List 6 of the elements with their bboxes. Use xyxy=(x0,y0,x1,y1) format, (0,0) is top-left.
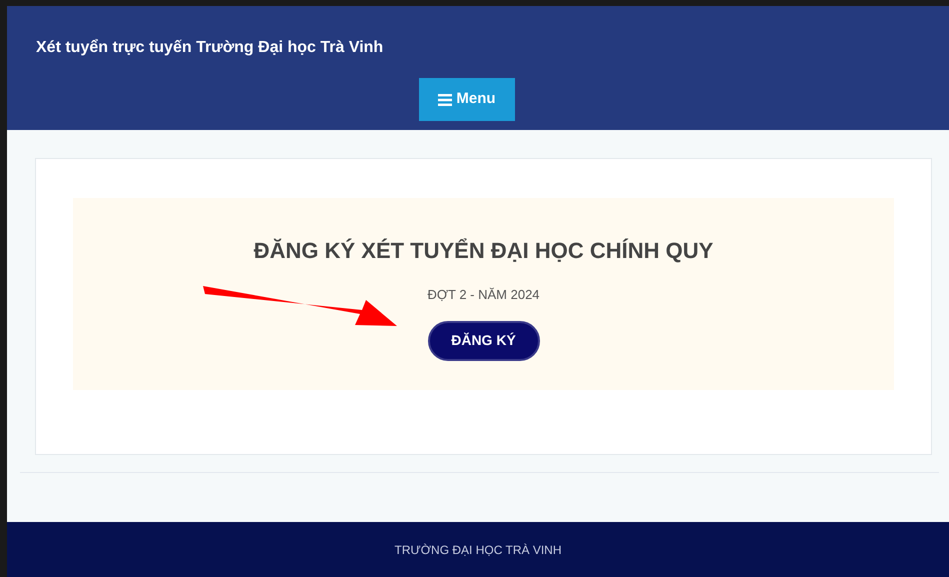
banner-subtitle: ĐỢT 2 - NĂM 2024 xyxy=(427,286,540,304)
register-button[interactable]: ĐĂNG KÝ xyxy=(428,320,540,360)
menu-icon xyxy=(438,94,452,106)
banner-title: ĐĂNG KÝ XÉT TUYỂN ĐẠI HỌC CHÍNH QUY xyxy=(254,237,714,265)
footer-text: TRƯỜNG ĐẠI HỌC TRÀ VINH xyxy=(394,542,562,558)
site-title: Xét tuyển trực tuyến Trường Đại học Trà Vinh xyxy=(36,38,384,58)
